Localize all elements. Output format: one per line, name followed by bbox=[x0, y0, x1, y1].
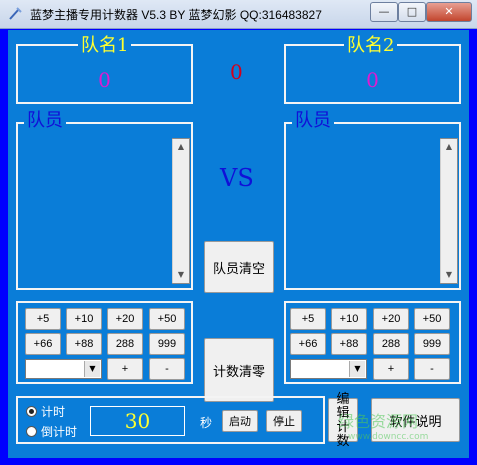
team1-minus-button[interactable]: - bbox=[149, 358, 185, 380]
team1-add-20-button[interactable]: +20 bbox=[107, 308, 143, 330]
team2-members-label: 队员 bbox=[292, 111, 334, 131]
window-title: 蓝梦主播专用计数器 V5.3 BY 蓝梦幻影 QQ:316483827 bbox=[30, 8, 322, 22]
edit-count-button[interactable]: 编辑计数 bbox=[328, 392, 358, 448]
close-icon: ✕ bbox=[444, 5, 454, 18]
minimize-icon: — bbox=[378, 5, 390, 18]
app-icon bbox=[9, 7, 22, 20]
reset-count-button[interactable]: 计数清零 bbox=[204, 338, 274, 402]
scroll-down-icon[interactable]: ▼ bbox=[441, 267, 457, 283]
team2-add-999-button[interactable]: 999 bbox=[414, 333, 450, 355]
team2-plus-button[interactable]: + bbox=[373, 358, 409, 380]
team2-name[interactable]: 队名2 bbox=[344, 36, 398, 56]
count-up-option[interactable]: 计时 bbox=[26, 403, 65, 420]
minimize-button[interactable]: — bbox=[370, 2, 398, 22]
team2-add-10-button[interactable]: +10 bbox=[331, 308, 367, 330]
team1-score: 0 bbox=[98, 68, 111, 92]
maximize-icon: □ bbox=[406, 5, 418, 18]
team2-add-66-button[interactable]: +66 bbox=[290, 333, 326, 355]
count-up-label: 计时 bbox=[41, 405, 66, 419]
team1-members-scrollbar[interactable]: ▲ ▼ bbox=[172, 139, 189, 283]
chevron-down-icon[interactable]: ▼ bbox=[84, 361, 100, 377]
team1-add-10-button[interactable]: +10 bbox=[66, 308, 102, 330]
team1-name[interactable]: 队名1 bbox=[78, 36, 132, 56]
center-score: 0 bbox=[230, 60, 243, 84]
team1-members-list[interactable]: ▲ ▼ bbox=[172, 138, 190, 284]
timer-display[interactable]: 30 bbox=[90, 406, 185, 436]
team2-members-box bbox=[284, 122, 461, 290]
team1-members-label: 队员 bbox=[24, 111, 66, 131]
timer-start-button[interactable]: 启动 bbox=[222, 410, 258, 432]
title-bar[interactable]: 蓝梦主播专用计数器 V5.3 BY 蓝梦幻影 QQ:316483827 — □ … bbox=[0, 0, 477, 29]
radio-unchecked-icon[interactable] bbox=[26, 426, 37, 437]
scroll-up-icon[interactable]: ▲ bbox=[441, 139, 457, 155]
team1-add-50-button[interactable]: +50 bbox=[149, 308, 185, 330]
timer-unit: 秒 bbox=[200, 416, 213, 430]
close-button[interactable]: ✕ bbox=[426, 2, 472, 22]
software-info-button[interactable]: 软件说明 bbox=[371, 398, 460, 442]
team1-add-288-button[interactable]: 288 bbox=[107, 333, 143, 355]
team1-plus-button[interactable]: + bbox=[107, 358, 143, 380]
scroll-down-icon[interactable]: ▼ bbox=[173, 267, 189, 283]
team2-score: 0 bbox=[366, 68, 379, 92]
team2-add-5-button[interactable]: +5 bbox=[290, 308, 326, 330]
team1-add-88-button[interactable]: +88 bbox=[66, 333, 102, 355]
scroll-up-icon[interactable]: ▲ bbox=[173, 139, 189, 155]
vs-label: VS bbox=[220, 164, 254, 192]
count-down-label: 倒计时 bbox=[41, 425, 78, 439]
count-down-option[interactable]: 倒计时 bbox=[26, 423, 77, 440]
team1-add-999-button[interactable]: 999 bbox=[149, 333, 185, 355]
timer-stop-button[interactable]: 停止 bbox=[266, 410, 302, 432]
client-area: 队名1 0 队名2 0 0 队员 ▲ ▼ 队员 ▲ ▼ VS 队员清空 计数清零 bbox=[8, 30, 469, 458]
radio-checked-icon[interactable] bbox=[26, 406, 37, 417]
team2-members-scrollbar[interactable]: ▲ ▼ bbox=[440, 139, 457, 283]
team1-add-5-button[interactable]: +5 bbox=[25, 308, 61, 330]
team2-add-88-button[interactable]: +88 bbox=[331, 333, 367, 355]
app-window: 蓝梦主播专用计数器 V5.3 BY 蓝梦幻影 QQ:316483827 — □ … bbox=[0, 0, 477, 465]
chevron-down-icon[interactable]: ▼ bbox=[349, 361, 365, 377]
team1-value-dropdown[interactable]: ▼ bbox=[25, 359, 102, 379]
team2-minus-button[interactable]: - bbox=[414, 358, 450, 380]
maximize-button[interactable]: □ bbox=[398, 2, 426, 22]
team2-members-list[interactable]: ▲ ▼ bbox=[440, 138, 458, 284]
team2-value-dropdown[interactable]: ▼ bbox=[290, 359, 367, 379]
team1-members-box bbox=[16, 122, 193, 290]
team2-add-288-button[interactable]: 288 bbox=[373, 333, 409, 355]
team2-add-20-button[interactable]: +20 bbox=[373, 308, 409, 330]
clear-members-button[interactable]: 队员清空 bbox=[204, 241, 274, 293]
team2-add-50-button[interactable]: +50 bbox=[414, 308, 450, 330]
team1-add-66-button[interactable]: +66 bbox=[25, 333, 61, 355]
